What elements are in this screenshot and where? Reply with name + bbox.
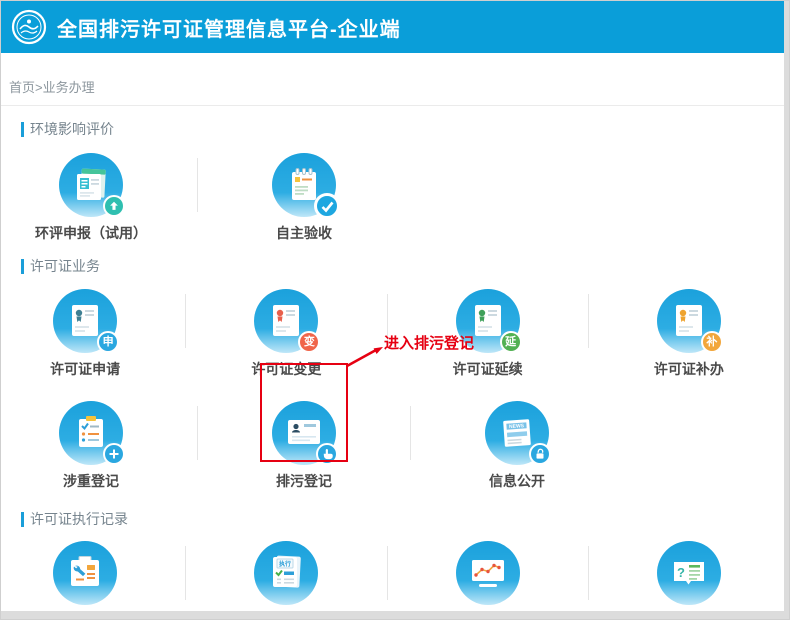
self-acceptance-icon (272, 153, 336, 217)
breadcrumb[interactable]: 首页>业务办理 (1, 53, 789, 106)
upload-arrow-icon (103, 195, 125, 217)
app-item-info-disclosure[interactable]: NEWS 信息公开 (411, 401, 623, 491)
hand-pointer-icon (316, 443, 338, 465)
app-window: 全国排污许可证管理信息平台-企业端 首页>业务办理 环境影响评价 (0, 0, 790, 620)
info-disclosure-icon: NEWS (485, 401, 549, 465)
app-item-self-acceptance[interactable]: 自主验收 (198, 153, 410, 243)
header-bar: 全国排污许可证管理信息平台-企业端 (1, 1, 789, 53)
badge-change: 变 (298, 331, 320, 353)
app-item-label: 许可证申请 (50, 359, 120, 379)
section-bar-icon (21, 122, 24, 137)
section-bar-icon (21, 259, 24, 274)
ledger-records-icon (53, 541, 117, 605)
row-exec: 台账记录 执行 执行报告 (0, 541, 789, 620)
section-title-permit: 许可证业务 (21, 256, 789, 276)
checkmark-icon (314, 193, 340, 219)
permit-apply-icon: 申 (53, 289, 117, 353)
section-title-text: 许可证业务 (30, 256, 100, 276)
app-item-label: 环评申报（试用） (35, 223, 147, 243)
app-item-label: 排污登记 (276, 471, 332, 491)
app-item-label: 涉重登记 (63, 471, 119, 491)
badge-renew: 延 (500, 331, 522, 353)
section-title-eia: 环境影响评价 (21, 119, 789, 139)
row-permit-2: 涉重登记 排污登记 (0, 401, 789, 491)
app-item-label: 自主验收 (276, 223, 332, 243)
app-item-permit-change[interactable]: 变 许可证变更 (186, 289, 386, 379)
app-item-permit-renew[interactable]: 延 许可证延续 (387, 289, 587, 379)
app-item-discharge-registration[interactable]: 排污登记 (198, 401, 410, 491)
app-item-label: 许可证延续 (453, 359, 523, 379)
section-title-text: 环境影响评价 (30, 119, 114, 139)
section-bar-icon (21, 512, 24, 527)
app-item-label: 许可证补办 (654, 359, 724, 379)
heavy-metal-registration-icon (59, 401, 123, 465)
badge-reissue: 补 (701, 331, 723, 353)
news-text: NEWS (509, 423, 525, 430)
mee-logo-icon (11, 9, 47, 45)
row-permit-1: 申 许可证申请 变 许可证变更 (0, 289, 789, 379)
monitoring-records-icon (456, 541, 520, 605)
badge-apply: 申 (97, 331, 119, 353)
execution-report-icon: 执行 (254, 541, 318, 605)
permit-reissue-icon: 补 (657, 289, 721, 353)
section-title-exec: 许可证执行记录 (21, 509, 789, 529)
correction-rules-icon: ? (657, 541, 721, 605)
app-item-execution-report[interactable]: 执行 执行报告 (186, 541, 386, 620)
app-item-permit-reissue[interactable]: 补 许可证补办 (589, 289, 789, 379)
app-item-heavy-metal-registration[interactable]: 涉重登记 (0, 401, 197, 491)
app-item-label: 许可证变更 (251, 359, 321, 379)
question-mark-text: ? (677, 565, 685, 580)
unlock-icon (529, 443, 551, 465)
vertical-scrollbar[interactable] (784, 1, 789, 619)
app-item-ledger-records[interactable]: 台账记录 (0, 541, 185, 620)
exec-label-text: 执行 (279, 560, 291, 568)
page-title: 全国排污许可证管理信息平台-企业端 (57, 13, 401, 42)
app-item-label: 信息公开 (489, 471, 545, 491)
discharge-registration-icon (272, 401, 336, 465)
permit-renew-icon: 延 (456, 289, 520, 353)
app-item-correction-rules[interactable]: ? 改正规定 (589, 541, 789, 620)
section-title-text: 许可证执行记录 (30, 509, 128, 529)
app-item-monitoring-records[interactable]: 监测记录 (387, 541, 587, 620)
horizontal-scrollbar[interactable] (1, 611, 789, 619)
plus-icon (103, 443, 125, 465)
app-item-eia-declare[interactable]: 环评申报（试用） (0, 153, 197, 243)
row-eia: 环评申报（试用） 自主验收 (0, 153, 789, 243)
eia-declare-icon (59, 153, 123, 217)
permit-change-icon: 变 (254, 289, 318, 353)
app-item-permit-apply[interactable]: 申 许可证申请 (0, 289, 185, 379)
